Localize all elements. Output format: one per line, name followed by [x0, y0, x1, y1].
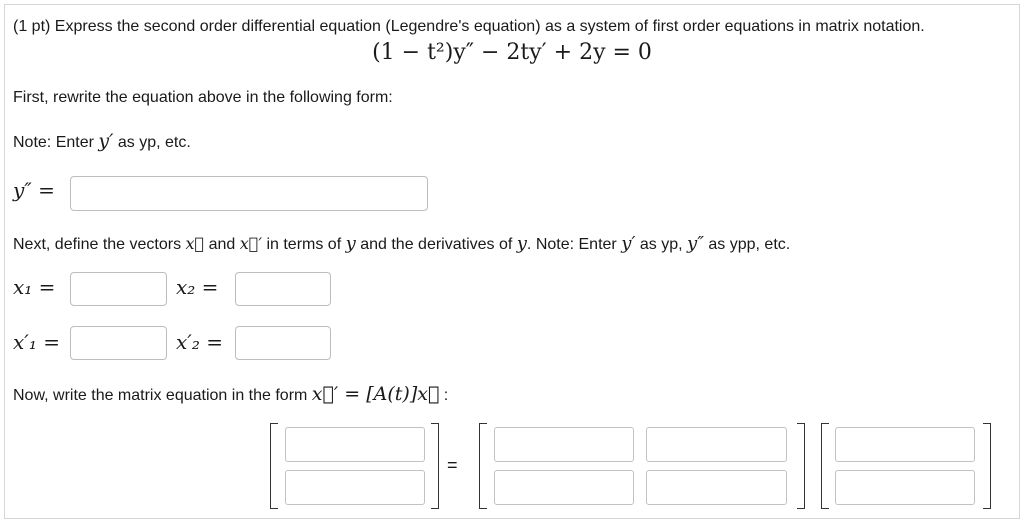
step3-text-a: Now, write the matrix equation in the fo… [13, 387, 312, 404]
step2-text-a: Next, define the vectors [13, 236, 186, 253]
x2-prime-label: x′₂ = [176, 330, 223, 354]
matrix-equals-sign: = [447, 455, 458, 475]
x2-label: x₂ = [176, 275, 219, 299]
matrix-a11[interactable] [494, 427, 634, 462]
step2-text-d: and the derivatives of [355, 236, 517, 253]
ypp-symbol: y″ [687, 233, 704, 254]
right-bracket-close [983, 423, 991, 509]
legendre-equation: (1 − t²)y″ − 2ty′ + 2y = 0 [372, 40, 652, 65]
x1-prime-input[interactable] [70, 326, 167, 360]
left-bracket-open [270, 423, 278, 509]
right-bracket-open [821, 423, 829, 509]
step3-text-b: : [439, 387, 449, 404]
step2-text-f: as yp, [635, 236, 688, 253]
step2-text-c: in terms of [262, 236, 346, 253]
x1-input[interactable] [70, 272, 167, 306]
x1-label: x₁ = [13, 275, 56, 299]
x-vector-row2[interactable] [835, 470, 975, 505]
var-y-2: y [516, 233, 527, 254]
var-y: y [345, 233, 356, 254]
note-suffix: as yp, etc. [113, 134, 191, 151]
left-bracket-close [431, 423, 439, 509]
x2-input[interactable] [235, 272, 331, 306]
note-prefix: Note: Enter [13, 134, 99, 151]
x-vector-row1[interactable] [835, 427, 975, 462]
step2-text-b: and [204, 236, 240, 253]
problem-intro: (1 pt) Express the second order differen… [13, 18, 925, 35]
step2-text-g: as ypp, etc. [703, 236, 791, 253]
matrix-a12[interactable] [646, 427, 787, 462]
vector-x: x⃗ [185, 234, 205, 253]
step2-instruction: Next, define the vectors x⃗ and x⃗′ in t… [13, 233, 790, 254]
matrix-bracket-close [797, 423, 805, 509]
step1-instruction: First, rewrite the equation above in the… [13, 89, 393, 106]
step1-note: Note: Enter y′ as yp, etc. [13, 130, 191, 152]
ypp-label: y″ = [13, 178, 55, 202]
matrix-bracket-open [479, 423, 487, 509]
x2-prime-input[interactable] [235, 326, 331, 360]
note-symbol: y′ [98, 130, 114, 152]
step3-instruction: Now, write the matrix equation in the fo… [13, 383, 448, 405]
vector-x-prime: x⃗′ [239, 234, 263, 253]
yp-symbol: y′ [621, 233, 636, 254]
matrix-a22[interactable] [646, 470, 787, 505]
matrix-form-formula: x⃗′ = [A(t)]x⃗ [311, 383, 440, 405]
xprime-vector-row2[interactable] [285, 470, 425, 505]
x1-prime-label: x′₁ = [13, 330, 60, 354]
step2-text-e: . Note: Enter [526, 236, 622, 253]
xprime-vector-row1[interactable] [285, 427, 425, 462]
ypp-input[interactable] [70, 176, 428, 211]
matrix-a21[interactable] [494, 470, 634, 505]
